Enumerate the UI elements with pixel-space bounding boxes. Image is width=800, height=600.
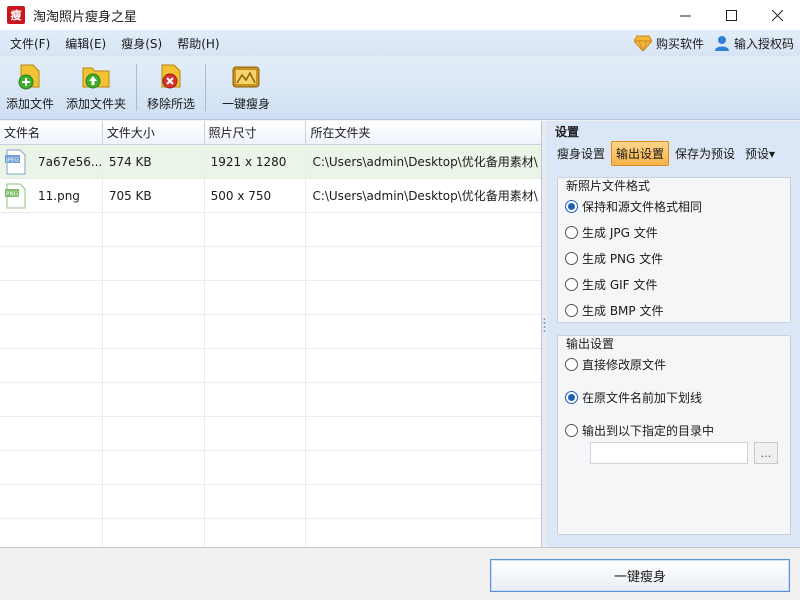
radio-gif[interactable]: 生成 GIF 文件 <box>565 276 657 293</box>
minimize-icon <box>679 15 691 16</box>
radio-underscore-prefix[interactable]: 在原文件名前加下划线 <box>565 389 702 406</box>
radio-icon <box>565 200 578 213</box>
empty-row <box>0 349 541 383</box>
tab-presets-dropdown[interactable]: 预设▾ <box>741 142 779 165</box>
radio-png[interactable]: 生成 PNG 文件 <box>565 250 663 267</box>
file-size: 705 KB <box>103 179 205 212</box>
buy-software-label: 购买软件 <box>655 36 704 51</box>
table-row[interactable]: JPEG 7a67e56... 574 KB 1921 x 1280 C:\Us… <box>0 145 541 179</box>
column-header-filesize[interactable]: 文件大小 <box>103 121 205 144</box>
window-title: 淘淘照片瘦身之星 <box>33 9 138 25</box>
toolbar-separator <box>205 64 207 111</box>
remove-selected-button[interactable]: 移除所选 <box>141 56 201 119</box>
file-folder: C:\Users\admin\Desktop\优化备用素材\ <box>312 155 538 169</box>
title-bar: 瘦 淘淘照片瘦身之星 <box>0 0 800 30</box>
window-controls <box>662 0 800 30</box>
empty-row <box>0 383 541 417</box>
diamond-icon <box>633 35 652 51</box>
column-header-dimensions[interactable]: 照片尺寸 <box>205 121 307 144</box>
group-title: 新照片文件格式 <box>566 179 651 193</box>
empty-row <box>0 281 541 315</box>
column-header-filename[interactable]: 文件名 <box>0 121 103 144</box>
tab-slim-settings[interactable]: 瘦身设置 <box>553 142 609 165</box>
jpeg-badge: JPEG <box>5 157 19 163</box>
maximize-icon <box>725 9 737 21</box>
file-size: 574 KB <box>103 145 205 178</box>
enter-license-label: 输入授权码 <box>733 36 794 51</box>
radio-icon <box>565 424 578 437</box>
one-click-slim-toolbar-label: 一键瘦身 <box>222 97 271 111</box>
radio-modify-original[interactable]: 直接修改原文件 <box>565 356 666 373</box>
toolbar: 添加文件 添加文件夹 移除所选 一键瘦身 <box>0 56 800 120</box>
menu-slim[interactable]: 瘦身(S) <box>116 35 167 52</box>
output-directory-input[interactable] <box>590 442 748 464</box>
empty-row <box>0 451 541 485</box>
photo-dimensions: 1921 x 1280 <box>205 145 307 178</box>
file-name: 11.png <box>38 188 80 203</box>
tab-output-settings[interactable]: 输出设置 <box>611 140 670 166</box>
menu-edit[interactable]: 编辑(E) <box>60 35 111 52</box>
radio-icon <box>565 304 578 317</box>
maximize-button[interactable] <box>708 0 754 30</box>
radio-icon <box>565 391 578 404</box>
menu-file[interactable]: 文件(F) <box>5 35 55 52</box>
table-row[interactable]: PNG 11.png 705 KB 500 x 750 C:\Users\adm… <box>0 179 541 213</box>
radio-output-directory[interactable]: 输出到以下指定的目录中 <box>565 422 714 439</box>
user-icon <box>714 36 729 51</box>
remove-selected-icon <box>161 64 181 89</box>
remove-selected-label: 移除所选 <box>147 97 196 111</box>
add-folder-icon <box>82 67 110 89</box>
empty-row <box>0 519 541 547</box>
browse-directory-button[interactable]: ... <box>754 442 778 464</box>
radio-icon <box>565 278 578 291</box>
radio-icon <box>565 252 578 265</box>
add-file-label: 添加文件 <box>6 97 55 111</box>
minimize-button[interactable] <box>662 0 708 30</box>
menu-bar: 文件(F) 编辑(E) 瘦身(S) 帮助(H) 购买软件 输入授权码 <box>0 30 800 56</box>
radio-icon <box>565 358 578 371</box>
close-icon <box>771 9 783 21</box>
file-folder: C:\Users\admin\Desktop\优化备用素材\ <box>312 189 538 203</box>
menu-help[interactable]: 帮助(H) <box>172 35 224 52</box>
empty-row <box>0 247 541 281</box>
add-folder-button[interactable]: 添加文件夹 <box>60 56 132 119</box>
radio-keep-format[interactable]: 保持和源文件格式相同 <box>565 198 702 215</box>
settings-tabs: 瘦身设置 输出设置 保存为预设 预设▾ <box>547 140 800 166</box>
settings-panel: 设置 瘦身设置 输出设置 保存为预设 预设▾ 新照片文件格式 保持和源文件格式相… <box>547 121 800 547</box>
add-file-icon <box>18 64 40 90</box>
one-click-slim-toolbar-button[interactable]: 一键瘦身 <box>210 56 282 119</box>
add-folder-label: 添加文件夹 <box>66 97 127 111</box>
radio-icon <box>565 226 578 239</box>
radio-bmp[interactable]: 生成 BMP 文件 <box>565 302 663 319</box>
buy-software-link[interactable]: 购买软件 <box>633 35 704 52</box>
empty-row <box>0 213 541 247</box>
empty-row <box>0 485 541 519</box>
enter-license-link[interactable]: 输入授权码 <box>714 35 794 52</box>
empty-row <box>0 417 541 451</box>
bottom-bar: 一键瘦身 <box>0 547 800 600</box>
group-title: 输出设置 <box>566 337 615 351</box>
app-logo-icon: 瘦 <box>7 6 25 24</box>
file-name: 7a67e56... <box>38 154 103 169</box>
output-settings-group: 输出设置 直接修改原文件 在原文件名前加下划线 输出到以下指定的目录中 ... <box>557 335 791 535</box>
toolbar-separator <box>136 64 138 111</box>
png-file-icon: PNG <box>5 183 26 208</box>
photo-dimensions: 500 x 750 <box>205 179 307 212</box>
jpeg-file-icon: JPEG <box>5 149 26 174</box>
settings-title: 设置 <box>555 124 580 139</box>
file-list[interactable]: 文件名 文件大小 照片尺寸 所在文件夹 JPEG 7a67e56... 574 … <box>0 121 542 547</box>
png-badge: PNG <box>6 191 18 197</box>
one-click-slim-button[interactable]: 一键瘦身 <box>490 559 790 592</box>
column-header-folder[interactable]: 所在文件夹 <box>306 121 541 144</box>
file-list-header: 文件名 文件大小 照片尺寸 所在文件夹 <box>0 121 541 145</box>
slim-image-icon <box>232 66 260 88</box>
tab-save-preset[interactable]: 保存为预设 <box>671 142 739 165</box>
new-file-format-group: 新照片文件格式 保持和源文件格式相同 生成 JPG 文件 生成 PNG 文件 生… <box>557 177 791 323</box>
empty-row <box>0 315 541 349</box>
radio-jpg[interactable]: 生成 JPG 文件 <box>565 224 658 241</box>
close-button[interactable] <box>754 0 800 30</box>
add-file-button[interactable]: 添加文件 <box>0 56 60 119</box>
